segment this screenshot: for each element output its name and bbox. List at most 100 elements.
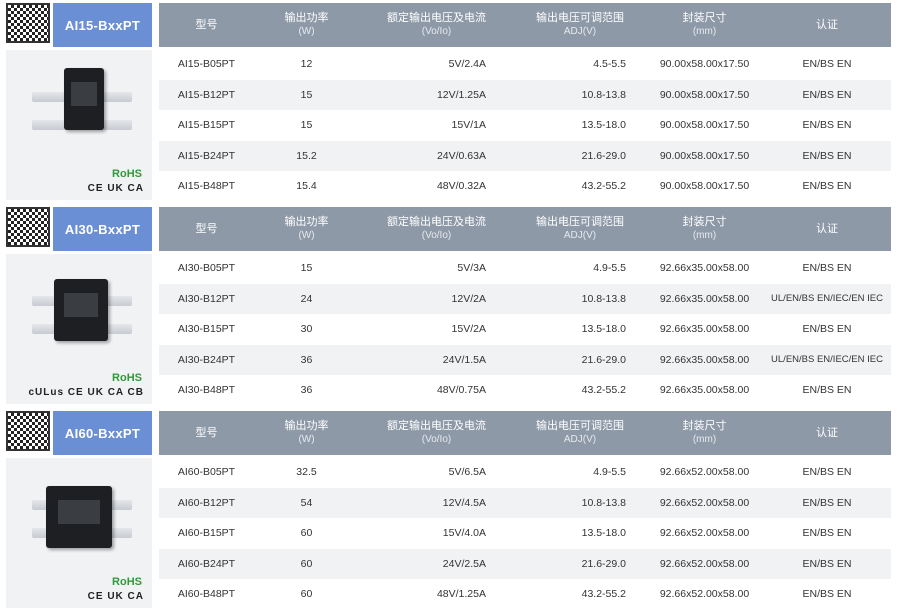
header-model-label: 型号 <box>195 426 218 439</box>
series-info: AI15-BxxPT RoHS CE UK CA <box>0 0 153 203</box>
header-rated-output-unit: (Vo/Io) <box>421 230 452 241</box>
header-power-label: 输出功率 <box>284 216 329 228</box>
cell-certification: EN/BS EN <box>802 88 852 101</box>
cell-certification: UL/EN/BS EN/IEC/EN IEC <box>771 354 883 366</box>
series-section: AI15-BxxPT RoHS CE UK CA 型号 输出功率 (W) 额定输出电压及电流… <box>0 0 901 203</box>
cell-rated-output: 15V/4.0A <box>442 527 486 540</box>
table-row: AI15-B15PT 15 15V/1A 13.5-18.0 90.00x58.00x1… <box>159 110 891 141</box>
cell-model: AI30-B15PT <box>177 323 236 336</box>
header-power: 输出功率 (W) <box>254 12 359 38</box>
header-adjust-range: 输出电压可调范围 ADJ(V) <box>514 420 646 446</box>
cell-power: 36 <box>300 384 313 397</box>
cell-adjust-range: 13.5-18.0 <box>581 527 626 540</box>
certification-marks: CE UK CA <box>87 591 144 602</box>
table-row: AI60-B48PT 60 48V/1.25A 43.2-55.2 92.66x52.0… <box>159 579 891 610</box>
header-package-size: 封装尺寸 (mm) <box>646 420 763 446</box>
table-header: 型号 输出功率 (W) 额定输出电压及电流 (Vo/Io) 输出电压可调范围 ADJ(V) 封… <box>159 3 891 47</box>
header-rated-output-unit: (Vo/Io) <box>421 26 452 37</box>
header-model: 型号 <box>159 19 254 32</box>
header-power-label: 输出功率 <box>284 420 329 432</box>
cell-rated-output: 48V/0.32A <box>436 180 486 193</box>
cell-rated-output: 15V/2A <box>451 323 486 336</box>
header-rated-output: 额定输出电压及电流 (Vo/Io) <box>359 12 514 38</box>
product-image: RoHS cULus CE UK CA CB <box>6 254 152 404</box>
cell-power: 24 <box>300 292 313 305</box>
header-package-size-label: 封装尺寸 <box>682 12 727 24</box>
table-header: 型号 输出功率 (W) 额定输出电压及电流 (Vo/Io) 输出电压可调范围 ADJ(V) 封… <box>159 207 891 251</box>
table-row: AI15-B05PT 12 5V/2.4A 4.5-5.5 90.00x58.00x17… <box>159 49 891 80</box>
cell-certification: UL/EN/BS EN/IEC/EN IEC <box>771 293 883 305</box>
header-certification: 认证 <box>763 427 891 440</box>
header-model-label: 型号 <box>195 222 218 235</box>
table-row: AI15-B48PT 15.4 48V/0.32A 43.2-55.2 90.00x58… <box>159 171 891 202</box>
header-adjust-range-unit: ADJ(V) <box>563 26 597 37</box>
cell-certification: EN/BS EN <box>802 119 852 132</box>
cell-power: 30 <box>300 323 313 336</box>
cell-certification: EN/BS EN <box>802 557 852 570</box>
cell-certification: EN/BS EN <box>802 58 852 71</box>
cell-package-size: 92.66x52.00x58.00 <box>659 496 750 509</box>
table-row: AI15-B24PT 15.2 24V/0.63A 21.6-29.0 90.00x58… <box>159 140 891 171</box>
header-certification-label: 认证 <box>816 426 838 439</box>
table-row: AI60-B15PT 60 15V/4.0A 13.5-18.0 92.66x52.00… <box>159 518 891 549</box>
cell-rated-output: 48V/0.75A <box>436 384 486 397</box>
header-power-label: 输出功率 <box>284 12 329 24</box>
cell-model: AI60-B24PT <box>177 557 236 570</box>
header-package-size-label: 封装尺寸 <box>682 420 727 432</box>
table-row: AI30-B15PT 30 15V/2A 13.5-18.0 92.66x35.00x5… <box>159 314 891 345</box>
cell-adjust-range: 13.5-18.0 <box>581 119 626 132</box>
cell-certification: EN/BS EN <box>802 262 852 275</box>
series-name: AI15-BxxPT <box>53 3 152 47</box>
cell-rated-output: 5V/6.5A <box>448 466 486 479</box>
cell-rated-output: 24V/1.5A <box>442 353 486 366</box>
certification-marks: cULus CE UK CA CB <box>28 387 144 398</box>
header-certification-label: 认证 <box>816 222 838 235</box>
cell-model: AI60-B05PT <box>177 466 236 479</box>
cell-package-size: 92.66x35.00x58.00 <box>659 323 750 336</box>
cell-package-size: 92.66x35.00x58.00 <box>659 292 750 305</box>
cell-package-size: 92.66x52.00x58.00 <box>659 557 750 570</box>
spec-table: 型号 输出功率 (W) 额定输出电压及电流 (Vo/Io) 输出电压可调范围 ADJ(V) 封… <box>159 207 891 406</box>
cell-model: AI60-B12PT <box>177 496 236 509</box>
table-header: 型号 输出功率 (W) 额定输出电压及电流 (Vo/Io) 输出电压可调范围 ADJ(V) 封… <box>159 411 891 455</box>
header-certification-label: 认证 <box>816 18 838 31</box>
header-package-size: 封装尺寸 (mm) <box>646 216 763 242</box>
table-row: AI30-B05PT 15 5V/3A 4.9-5.5 92.66x35.00x58.0… <box>159 253 891 284</box>
cell-rated-output: 5V/2.4A <box>448 58 486 71</box>
cell-power: 60 <box>300 588 313 601</box>
cell-rated-output: 12V/1.25A <box>436 88 486 101</box>
cell-certification: EN/BS EN <box>802 466 852 479</box>
series-info: AI30-BxxPT RoHS cULus CE UK CA CB <box>0 204 153 407</box>
rohs-badge: RoHS <box>112 168 142 180</box>
cell-power: 36 <box>300 353 313 366</box>
spec-table: 型号 输出功率 (W) 额定输出电压及电流 (Vo/Io) 输出电压可调范围 ADJ(V) 封… <box>159 3 891 202</box>
cell-package-size: 90.00x58.00x17.50 <box>659 88 750 101</box>
header-power-unit: (W) <box>298 230 315 241</box>
table-row: AI30-B24PT 36 24V/1.5A 21.6-29.0 92.66x35.00… <box>159 344 891 375</box>
table-row: AI60-B05PT 32.5 5V/6.5A 4.9-5.5 92.66x52.00x… <box>159 457 891 488</box>
series-name: AI60-BxxPT <box>53 411 152 455</box>
cell-power: 54 <box>300 496 313 509</box>
cell-adjust-range: 13.5-18.0 <box>581 323 626 336</box>
cell-certification: EN/BS EN <box>802 384 852 397</box>
product-image: RoHS CE UK CA <box>6 50 152 200</box>
cell-rated-output: 5V/3A <box>457 262 486 275</box>
cell-model: AI15-B05PT <box>177 58 236 71</box>
table-row: AI60-B12PT 54 12V/4.5A 10.8-13.8 92.66x52.00… <box>159 487 891 518</box>
cell-rated-output: 24V/0.63A <box>436 149 486 162</box>
product-image: RoHS CE UK CA <box>6 458 152 608</box>
header-adjust-range-unit: ADJ(V) <box>563 434 597 445</box>
qr-code-icon <box>6 411 50 451</box>
cell-adjust-range: 21.6-29.0 <box>581 353 626 366</box>
cell-package-size: 92.66x52.00x58.00 <box>659 588 750 601</box>
cell-package-size: 90.00x58.00x17.50 <box>659 149 750 162</box>
cell-adjust-range: 4.5-5.5 <box>593 58 626 71</box>
cell-adjust-range: 43.2-55.2 <box>581 384 626 397</box>
header-adjust-range-label: 输出电压可调范围 <box>536 12 624 24</box>
table-body: AI15-B05PT 12 5V/2.4A 4.5-5.5 90.00x58.00x17… <box>159 49 891 202</box>
cell-certification: EN/BS EN <box>802 323 852 336</box>
header-package-size-unit: (mm) <box>692 230 717 241</box>
header-model: 型号 <box>159 427 254 440</box>
cell-power: 15 <box>300 262 313 275</box>
device-label <box>63 292 99 318</box>
